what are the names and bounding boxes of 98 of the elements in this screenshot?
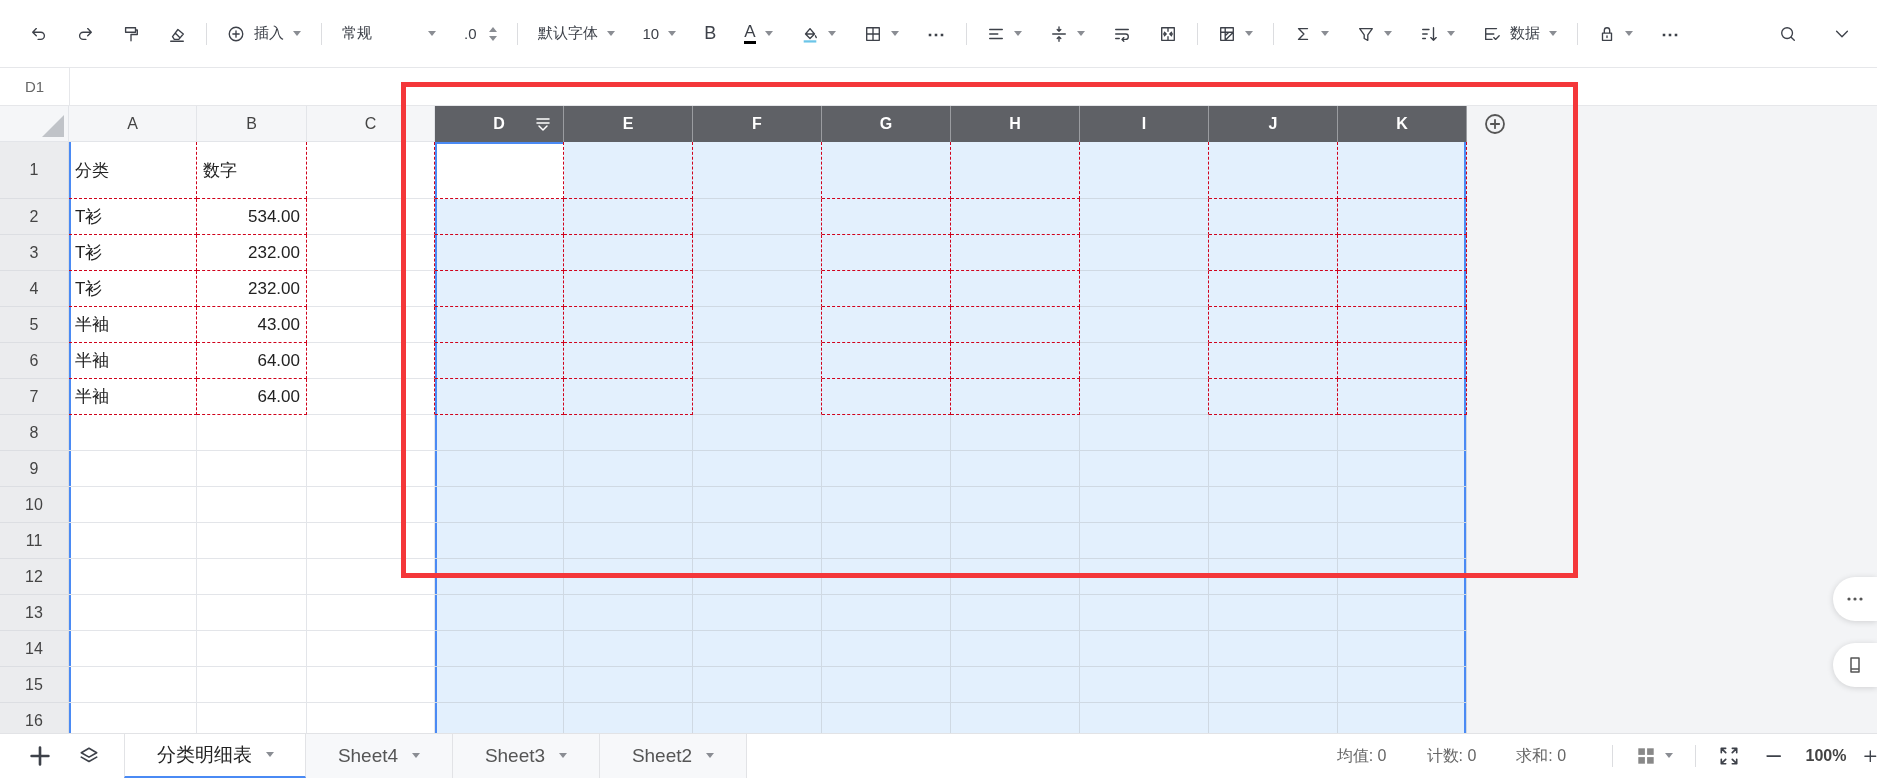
table-cell: 64.00 [197,379,307,415]
search-icon [1779,24,1797,43]
sheet-tab[interactable]: Sheet2 [600,734,747,778]
caret-icon [1383,30,1392,37]
spinner-icon [488,25,497,42]
caret-icon [1446,30,1455,37]
plus-circle-icon [1483,112,1507,136]
freeze-panes-icon [1217,24,1236,43]
vertical-align-icon [1049,24,1068,43]
status-stat: 求和: 0 [1516,745,1567,766]
number-format-dropdown[interactable]: 常规 [334,20,444,47]
row-header[interactable]: 3 [0,235,69,271]
sheet-tab[interactable]: Sheet3 [453,734,600,778]
row-header[interactable]: 5 [0,307,69,343]
row-header[interactable]: 10 [0,487,69,523]
zoom-level[interactable]: 100% [1805,747,1847,765]
caret-icon [890,30,899,37]
row-header[interactable]: 9 [0,451,69,487]
row-header[interactable]: 11 [0,523,69,559]
plus-icon [1864,749,1877,763]
column-header[interactable]: I [1080,106,1209,142]
fullscreen-icon [1718,745,1741,767]
table-cell: 232.00 [197,271,307,307]
table-cell: 分类 [69,142,197,199]
row-header[interactable]: 12 [0,559,69,595]
column-header[interactable]: K [1338,106,1467,142]
table-cell: 半袖 [69,379,197,415]
column-header[interactable]: E [564,106,693,142]
sheet-tab[interactable]: Sheet4 [306,734,453,778]
row-header[interactable]: 2 [0,199,69,235]
column-header[interactable]: C [307,106,435,142]
row-header[interactable]: 14 [0,631,69,667]
more-icon [1847,597,1863,601]
row-header[interactable]: 13 [0,595,69,631]
column-header[interactable]: A [69,106,197,142]
add-column-button[interactable] [1483,112,1507,136]
column-header[interactable]: D [435,106,564,142]
minus-icon [1766,754,1782,758]
caret-icon [706,753,715,759]
column-header[interactable]: B [197,106,307,142]
font-dropdown[interactable]: 默认字体 [529,20,623,47]
more-button[interactable]: ⋯ [1652,18,1688,49]
table-cell: 数字 [197,142,307,199]
active-cell[interactable] [435,142,564,199]
merge-cells-icon [1158,24,1177,43]
column-header[interactable]: J [1209,106,1338,142]
column-header[interactable]: F [693,106,822,142]
caret-icon [1013,30,1022,37]
caret-icon [1244,30,1253,37]
paint-roller-icon [122,24,140,43]
row-header[interactable]: 16 [0,703,69,733]
column-header[interactable]: H [951,106,1080,142]
row-header[interactable]: 1 [0,142,69,199]
table-cell: T衫 [69,199,197,235]
caret-icon [764,30,773,37]
caret-icon [668,30,677,37]
row-header[interactable]: 8 [0,415,69,451]
caret-icon [293,30,301,37]
caret-icon [559,753,568,759]
caret-icon [606,30,615,37]
decimal-button[interactable]: .0 [456,21,505,46]
more-button[interactable]: ⋯ [918,18,954,49]
caret-icon [1624,30,1633,37]
data-button[interactable]: 数据 [1474,20,1565,47]
caret-icon [1548,30,1557,37]
plus-circle-icon [227,24,245,43]
caret-icon [1076,30,1085,37]
table-cell: 43.00 [197,307,307,343]
caret-icon [265,752,274,758]
bold-button[interactable]: B [696,19,725,48]
status-stat: 计数: 0 [1426,745,1477,766]
row-header[interactable]: 7 [0,379,69,415]
insert-button[interactable]: 插入 [219,20,309,47]
table-cell: 半袖 [69,307,197,343]
table-cell: 534.00 [197,199,307,235]
table-cell: 64.00 [197,343,307,379]
sheet-tab[interactable]: 分类明细表 [124,734,306,778]
row-header[interactable]: 15 [0,667,69,703]
table-cell: T衫 [69,271,197,307]
sort-icon [1419,24,1438,43]
caret-icon [1320,30,1329,37]
status-stat: 均值: 0 [1336,745,1387,766]
column-header[interactable]: G [822,106,951,142]
table-cell: 232.00 [197,235,307,271]
table-cell: 半袖 [69,343,197,379]
caret-icon [827,30,836,37]
font-size-dropdown[interactable]: 10 [634,21,685,46]
caret-icon [428,30,436,37]
caret-icon [412,753,421,759]
font-color-button[interactable]: A [736,19,781,48]
row-header[interactable]: 6 [0,343,69,379]
row-header[interactable]: 4 [0,271,69,307]
corner-triangle-icon [42,115,64,137]
device-view-button[interactable] [1833,643,1877,687]
caret-icon [1665,753,1674,759]
grid-icon [863,24,882,43]
table-cell: T衫 [69,235,197,271]
plus-icon [28,744,52,768]
